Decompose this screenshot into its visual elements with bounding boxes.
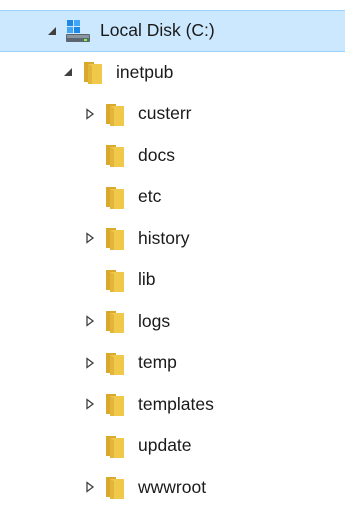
tree-item-wwwroot[interactable]: wwwroot (0, 467, 345, 508)
folder-icon (102, 432, 130, 460)
tree-item-label: templates (138, 393, 214, 414)
folder-icon (102, 307, 130, 335)
tree-item-label: wwwroot (138, 476, 207, 497)
tree-item-label: Local Disk (C:) (100, 20, 215, 40)
tree-item-etc[interactable]: etc (0, 176, 345, 218)
tree-item-logs[interactable]: logs (0, 301, 345, 343)
tree-item-update[interactable]: update (0, 425, 345, 467)
collapsed-arrow-icon[interactable] (82, 479, 98, 495)
tree-item-label: temp (138, 352, 177, 372)
tree-item-local-disk[interactable]: Local Disk (C:) (0, 10, 345, 52)
tree-item-label: etc (138, 186, 162, 206)
folder-icon (102, 183, 130, 211)
tree-item-templates[interactable]: templates (0, 384, 345, 426)
folder-icon (102, 390, 130, 418)
tree-item-label: update (138, 435, 192, 455)
expanded-arrow-icon[interactable] (60, 64, 76, 80)
tree-item-custerr[interactable]: custerr (0, 93, 345, 135)
tree-item-temp[interactable]: temp (0, 342, 345, 384)
folder-icon (102, 141, 130, 169)
folder-tree: Local Disk (C:) inetpub custerr docs etc… (0, 10, 345, 508)
collapsed-arrow-icon[interactable] (82, 106, 98, 122)
folder-icon (102, 349, 130, 377)
folder-icon (102, 266, 130, 294)
folder-icon (80, 58, 108, 86)
collapsed-arrow-icon[interactable] (82, 396, 98, 412)
expanded-arrow-icon[interactable] (44, 23, 60, 39)
folder-icon (102, 100, 130, 128)
tree-item-label: lib (138, 269, 156, 289)
collapsed-arrow-icon[interactable] (82, 355, 98, 371)
tree-item-label: docs (138, 144, 175, 165)
drive-icon (64, 17, 92, 45)
collapsed-arrow-icon[interactable] (82, 313, 98, 329)
tree-item-label: logs (138, 310, 171, 331)
tree-item-docs[interactable]: docs (0, 135, 345, 177)
collapsed-arrow-icon[interactable] (82, 230, 98, 246)
tree-item-history[interactable]: history (0, 218, 345, 260)
tree-item-lib[interactable]: lib (0, 259, 345, 301)
folder-icon (102, 224, 130, 252)
tree-item-label: custerr (138, 103, 192, 123)
tree-item-inetpub[interactable]: inetpub (0, 52, 345, 94)
tree-item-label: history (138, 227, 190, 248)
tree-item-label: inetpub (116, 61, 174, 82)
folder-icon (102, 473, 130, 501)
